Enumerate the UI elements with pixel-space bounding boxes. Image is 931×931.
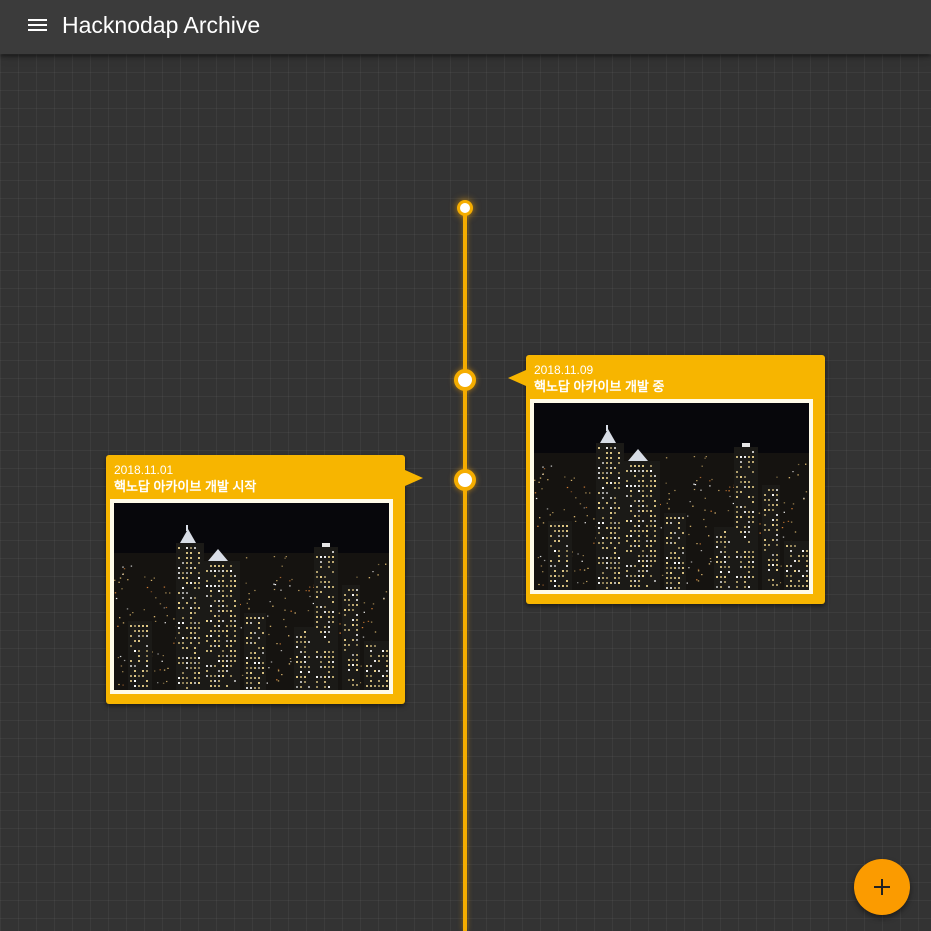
timeline-start-marker — [457, 200, 473, 216]
entry-title: 핵노답 아카이브 개발 중 — [534, 379, 665, 394]
entry-date: 2018.11.01 — [114, 463, 174, 477]
plus-icon — [872, 877, 892, 897]
entry-photo[interactable] — [530, 399, 813, 594]
entry-title: 핵노답 아카이브 개발 시작 — [114, 479, 257, 494]
timeline-node-entry-2[interactable] — [454, 469, 476, 491]
entry-pointer — [508, 370, 526, 386]
timeline-entry-card[interactable]: 2018.11.01 핵노답 아카이브 개발 시작 — [106, 455, 423, 704]
app-bar: Hacknodap Archive — [0, 0, 931, 54]
menu-button[interactable] — [22, 11, 54, 43]
timeline-entry-card[interactable]: 2018.11.09 핵노답 아카이브 개발 중 — [508, 355, 825, 604]
entry-date: 2018.11.09 — [534, 363, 594, 377]
timeline-node-entry-1[interactable] — [454, 369, 476, 391]
entry-photo[interactable] — [110, 499, 393, 694]
night-city-skyline-photo — [114, 503, 389, 690]
night-city-skyline-photo — [534, 403, 809, 590]
timeline-line — [463, 208, 467, 931]
hamburger-menu-icon — [28, 19, 47, 31]
entry-pointer — [405, 470, 423, 486]
app-title: Hacknodap Archive — [62, 12, 261, 38]
add-entry-button[interactable] — [854, 859, 910, 915]
